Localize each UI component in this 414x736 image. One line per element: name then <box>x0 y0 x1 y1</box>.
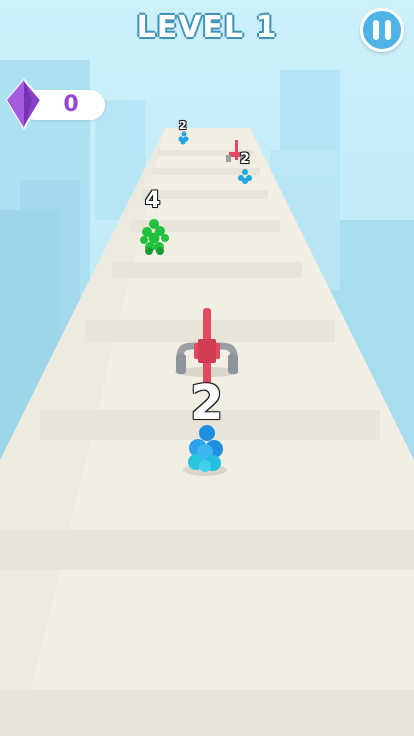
pause-icon <box>373 20 379 40</box>
level-title: LEVEL 1 <box>136 10 278 45</box>
pause-icon-bar <box>385 20 391 40</box>
purple-gem-icon <box>5 78 43 130</box>
far-enemy-count: 2 <box>240 151 250 167</box>
gem-count: 0 <box>63 92 79 117</box>
green-enemy-count: 4 <box>145 188 161 213</box>
player-count: 2 <box>190 375 224 431</box>
far-top-enemy-count: 2 <box>179 119 187 132</box>
pause-button[interactable] <box>360 8 404 52</box>
